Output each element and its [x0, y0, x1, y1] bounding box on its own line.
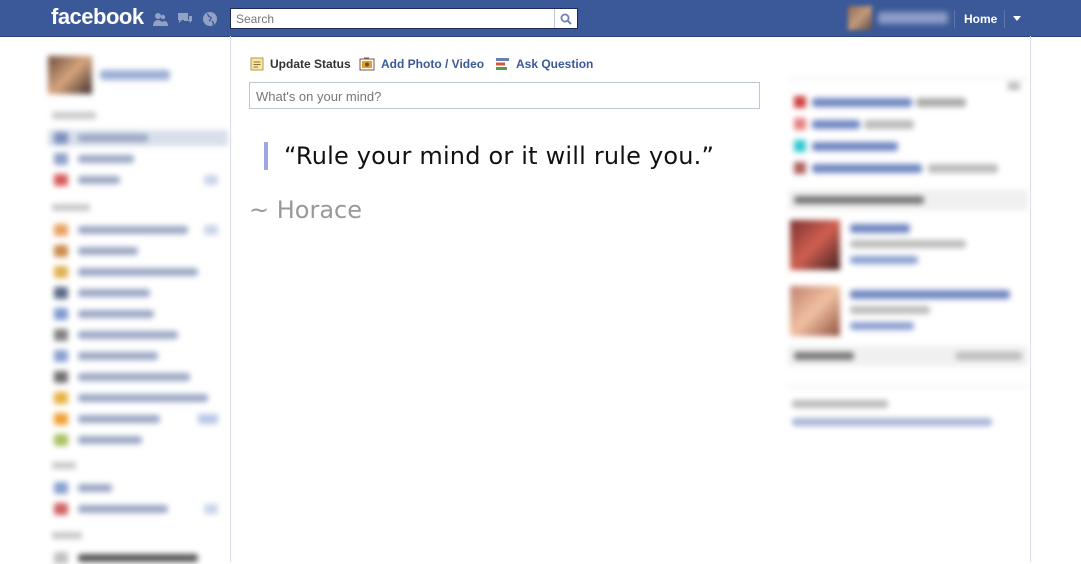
sidebar-item[interactable]: [54, 413, 224, 425]
suggestion-name-link[interactable]: [850, 290, 1010, 299]
subscribe-link[interactable]: [850, 322, 914, 330]
tab-label: Ask Question: [516, 57, 594, 71]
sidebar-item[interactable]: [54, 350, 224, 362]
sidebar-item[interactable]: [54, 503, 224, 515]
profile-name-link[interactable]: [878, 12, 948, 24]
right-sidebar: [788, 78, 1028, 438]
sidebar-section-heading: [52, 462, 76, 469]
search-icon: [560, 13, 572, 25]
sidebar-item[interactable]: [54, 371, 224, 383]
photo-icon: [359, 57, 375, 71]
topbar-divider: [1004, 10, 1005, 28]
suggestion-photo[interactable]: [790, 220, 840, 270]
quote-text: “Rule your mind or it will rule you.”: [284, 142, 715, 170]
sidebar-item[interactable]: [54, 287, 224, 299]
sidebar-item[interactable]: [54, 153, 224, 165]
left-column-divider: [230, 36, 231, 562]
sidebar-item[interactable]: [54, 434, 224, 446]
suggestion-photo[interactable]: [790, 286, 840, 336]
event-icon: [794, 96, 806, 108]
event-link[interactable]: [812, 142, 898, 151]
topbar-divider: [954, 10, 955, 28]
sidebar-avatar[interactable]: [48, 56, 92, 94]
quote-author: ~ Horace: [249, 196, 363, 224]
messages-icon[interactable]: [177, 11, 193, 27]
sidebar-section-heading: [52, 204, 90, 211]
sidebar-item[interactable]: [54, 308, 224, 320]
event-icon: [794, 118, 806, 130]
friend-requests-icon[interactable]: [152, 11, 168, 27]
tab-ask-question[interactable]: Ask Question: [495, 56, 593, 72]
profile-avatar[interactable]: [848, 6, 872, 30]
event-icon: [794, 162, 806, 174]
search-input[interactable]: [231, 9, 556, 28]
right-column-divider: [1030, 36, 1031, 562]
sidebar-item[interactable]: [54, 174, 224, 186]
sidebar-section-heading: [52, 112, 96, 119]
notifications-globe-icon[interactable]: [202, 11, 218, 27]
search-button[interactable]: [554, 9, 577, 28]
account-menu-chevron-down-icon[interactable]: [1013, 16, 1021, 21]
sidebar-item[interactable]: [54, 392, 224, 404]
home-link[interactable]: Home: [964, 12, 997, 26]
tab-add-photo-video[interactable]: Add Photo / Video: [359, 56, 484, 72]
subscribe-link[interactable]: [850, 256, 918, 264]
event-link[interactable]: [812, 98, 912, 107]
suggestion-name-link[interactable]: [850, 224, 910, 233]
sidebar-item[interactable]: [54, 266, 224, 278]
footer-copyright: [792, 400, 888, 408]
sidebar-item[interactable]: [54, 329, 224, 341]
status-input[interactable]: What's on your mind?: [249, 82, 760, 109]
search-box: [230, 8, 578, 29]
sidebar-item[interactable]: [54, 552, 224, 564]
question-icon: [496, 58, 509, 70]
sidebar-item[interactable]: [54, 245, 224, 257]
status-icon: [250, 57, 264, 71]
facebook-logo[interactable]: facebook: [51, 4, 144, 30]
tab-update-status[interactable]: Update Status: [250, 56, 351, 72]
tab-label: Add Photo / Video: [381, 57, 485, 71]
event-link[interactable]: [812, 164, 922, 173]
tab-label: Update Status: [270, 57, 351, 71]
sidebar-section-heading: [52, 532, 82, 539]
left-sidebar: [48, 50, 228, 564]
quote-accent-bar: [264, 142, 268, 170]
sidebar-item[interactable]: [54, 224, 224, 236]
sidebar-item[interactable]: [54, 132, 224, 144]
sidebar-profile-name[interactable]: [100, 70, 170, 80]
event-icon: [794, 140, 806, 152]
footer-links[interactable]: [792, 418, 992, 426]
sidebar-item[interactable]: [54, 482, 224, 494]
top-bar: facebook Home: [0, 0, 1081, 37]
event-link[interactable]: [812, 120, 860, 129]
